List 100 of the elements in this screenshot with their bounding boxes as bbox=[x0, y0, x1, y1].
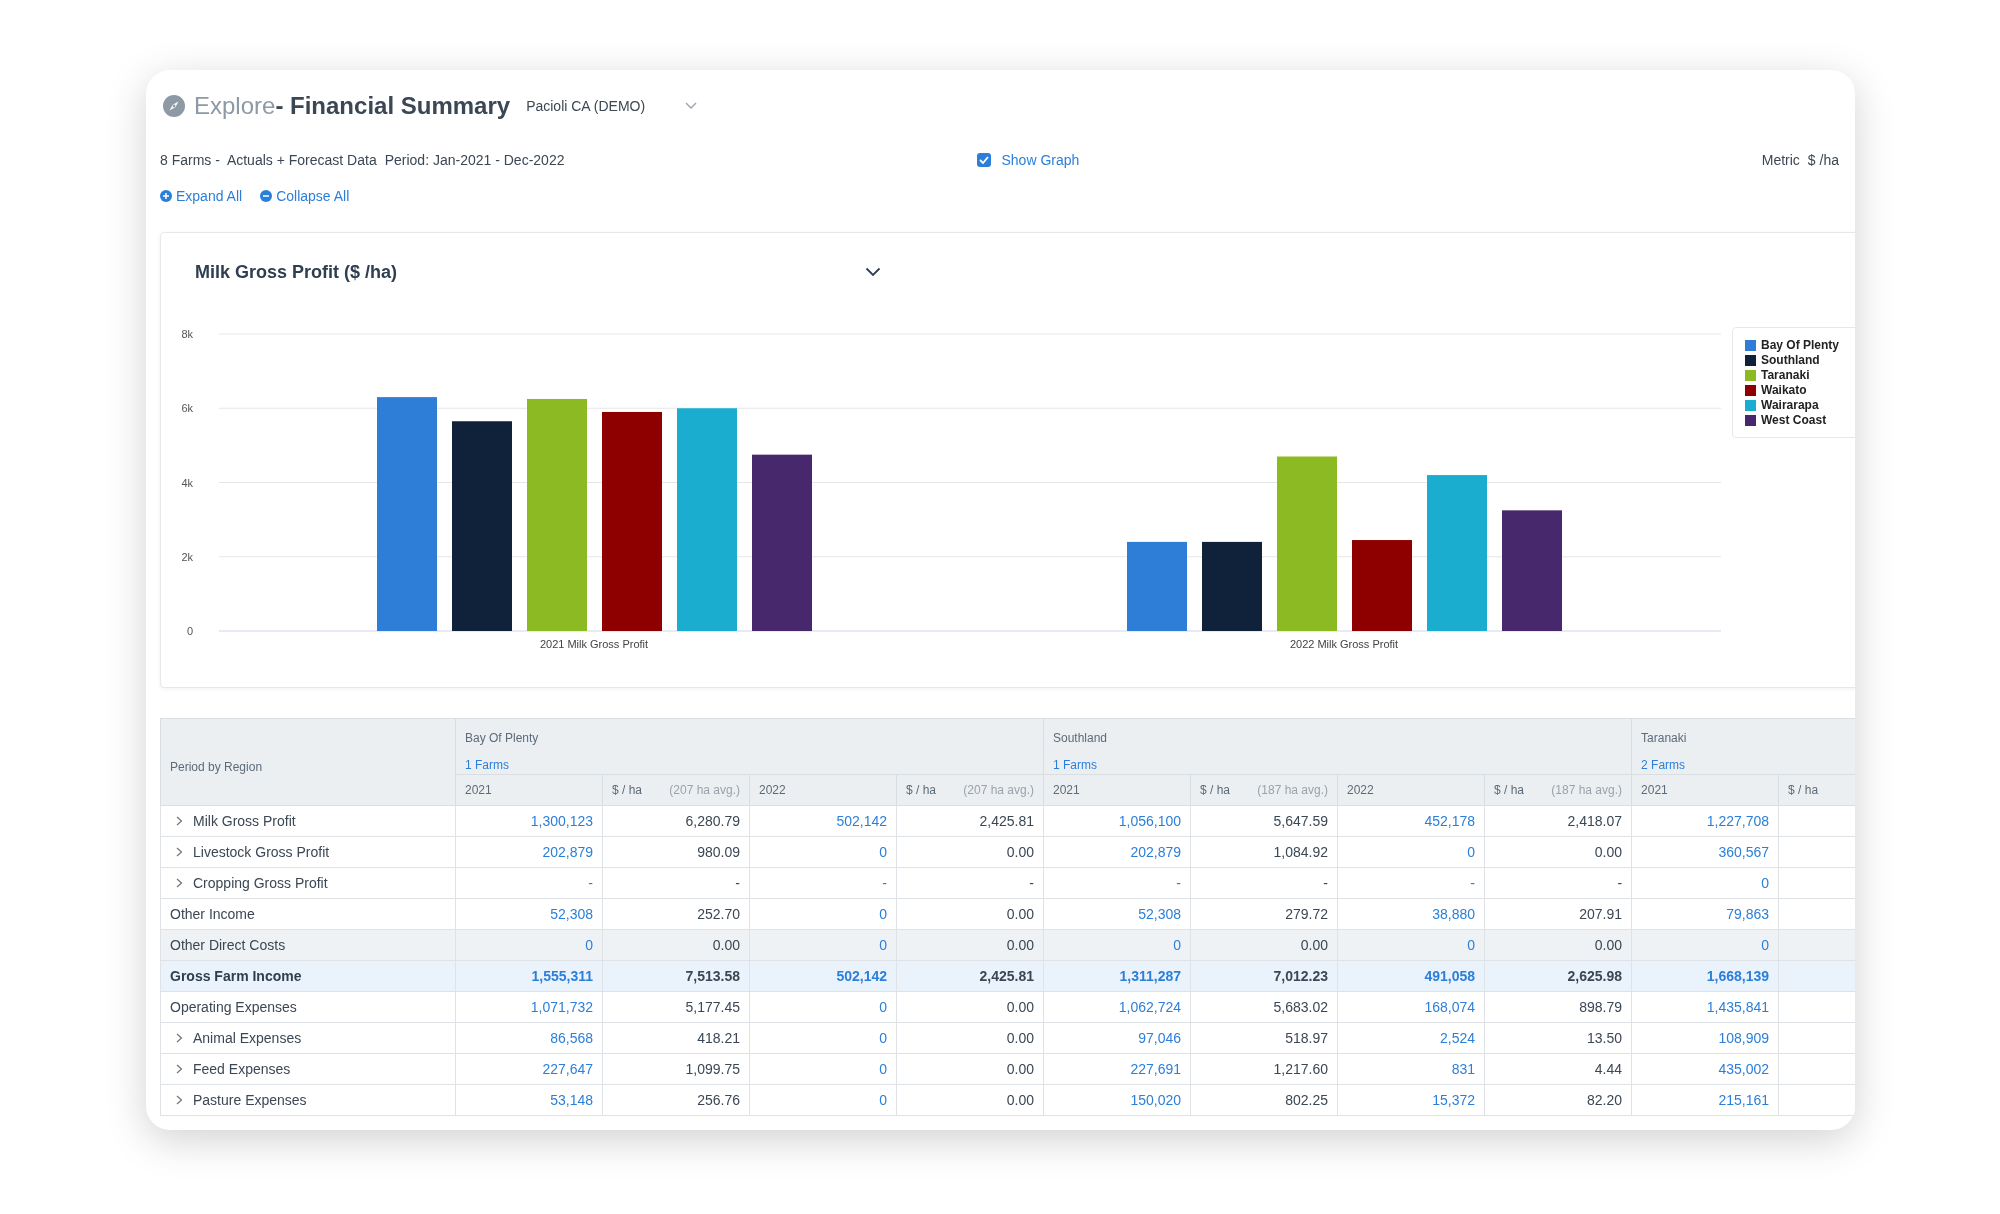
table-cell: 5,683.02 bbox=[1190, 991, 1338, 1023]
amount-link[interactable]: 0 bbox=[1043, 929, 1191, 961]
amount-link[interactable]: 0 bbox=[749, 1022, 897, 1054]
amount-link[interactable]: 0 bbox=[749, 929, 897, 961]
table-cell: 0.00 bbox=[896, 1053, 1044, 1085]
amount-link[interactable]: 502,142 bbox=[749, 805, 897, 837]
amount-link[interactable]: - bbox=[1337, 867, 1485, 899]
row-label: Pasture Expenses bbox=[160, 1084, 456, 1116]
amount-link[interactable]: 0 bbox=[749, 991, 897, 1023]
amount-link[interactable]: 1,668,139 bbox=[1631, 960, 1779, 992]
farms-link[interactable]: 2 Farms bbox=[1641, 756, 1686, 774]
amount-link[interactable]: 15,372 bbox=[1337, 1084, 1485, 1116]
table-cell: - bbox=[896, 867, 1044, 899]
chevron-right-icon[interactable] bbox=[176, 1033, 183, 1043]
row-label: Gross Farm Income bbox=[160, 960, 456, 992]
amount-link[interactable]: 1,056,100 bbox=[1043, 805, 1191, 837]
amount-link[interactable]: 53,148 bbox=[455, 1084, 603, 1116]
amount-link[interactable]: 0 bbox=[749, 836, 897, 868]
amount-link[interactable]: 52,308 bbox=[455, 898, 603, 930]
amount-link[interactable]: 1,300,123 bbox=[455, 805, 603, 837]
table-cell: - bbox=[1190, 867, 1338, 899]
amount-link[interactable]: 452,178 bbox=[1337, 805, 1485, 837]
table-cell: 82.20 bbox=[1484, 1084, 1632, 1116]
y-tick-label: 0 bbox=[186, 625, 193, 637]
amount-link[interactable]: 1,227,708 bbox=[1631, 805, 1779, 837]
column-header: 2022 bbox=[749, 774, 897, 806]
table-cell: - bbox=[602, 867, 750, 899]
amount-link[interactable]: 0 bbox=[1631, 867, 1779, 899]
amount-link[interactable]: 1,435,841 bbox=[1631, 991, 1779, 1023]
legend-item[interactable]: Wairarapa bbox=[1745, 398, 1855, 412]
amount-link[interactable]: 79,863 bbox=[1631, 898, 1779, 930]
table-cell: 279.72 bbox=[1190, 898, 1338, 930]
amount-link[interactable]: 2,524 bbox=[1337, 1022, 1485, 1054]
chevron-right-icon[interactable] bbox=[176, 878, 183, 888]
legend-item[interactable]: Southland bbox=[1745, 353, 1855, 367]
amount-link[interactable]: 150,020 bbox=[1043, 1084, 1191, 1116]
amount-link[interactable]: 1,062,724 bbox=[1043, 991, 1191, 1023]
amount-link[interactable]: 215,161 bbox=[1631, 1084, 1779, 1116]
amount-link[interactable]: 0 bbox=[1337, 836, 1485, 868]
row-label: Livestock Gross Profit bbox=[160, 836, 456, 868]
amount-link[interactable]: 202,879 bbox=[1043, 836, 1191, 868]
amount-link[interactable]: 227,647 bbox=[455, 1053, 603, 1085]
table-cell: 0.00 bbox=[896, 836, 1044, 868]
table-cell: 0.00 bbox=[896, 929, 1044, 961]
show-graph-toggle[interactable]: Show Graph bbox=[977, 149, 1080, 171]
amount-link[interactable]: 86,568 bbox=[455, 1022, 603, 1054]
amount-link[interactable]: 0 bbox=[749, 1084, 897, 1116]
table-cell: 418.21 bbox=[602, 1022, 750, 1054]
region-header: Southland 1 Farms bbox=[1043, 718, 1632, 775]
page-title-prefix: Explore bbox=[194, 91, 276, 121]
chevron-right-icon[interactable] bbox=[176, 1064, 183, 1074]
amount-link[interactable]: 168,074 bbox=[1337, 991, 1485, 1023]
amount-link[interactable]: 0 bbox=[455, 929, 603, 961]
farms-link[interactable]: 1 Farms bbox=[1053, 756, 1097, 774]
amount-link[interactable]: 38,880 bbox=[1337, 898, 1485, 930]
table-cell: 0.00 bbox=[896, 1022, 1044, 1054]
amount-link[interactable]: 0 bbox=[749, 1053, 897, 1085]
plus-circle-icon bbox=[160, 190, 172, 202]
region-header: Bay Of Plenty 1 Farms bbox=[455, 718, 1044, 775]
column-header: Period by Region bbox=[160, 718, 456, 806]
amount-link[interactable]: 491,058 bbox=[1337, 960, 1485, 992]
table-cell: 518.97 bbox=[1190, 1022, 1338, 1054]
chevron-down-icon[interactable] bbox=[865, 267, 882, 277]
amount-link[interactable]: 360,567 bbox=[1631, 836, 1779, 868]
table-cell: 1,217.60 bbox=[1190, 1053, 1338, 1085]
table-cell: 0.00 bbox=[1190, 929, 1338, 961]
chevron-right-icon[interactable] bbox=[176, 1095, 183, 1105]
legend-item[interactable]: Bay Of Plenty bbox=[1745, 338, 1855, 352]
chevron-right-icon[interactable] bbox=[176, 816, 183, 826]
amount-link[interactable]: - bbox=[455, 867, 603, 899]
amount-link[interactable]: 0 bbox=[749, 898, 897, 930]
amount-link[interactable]: 0 bbox=[1631, 929, 1779, 961]
checkbox[interactable] bbox=[977, 153, 992, 167]
amount-link[interactable]: - bbox=[1043, 867, 1191, 899]
legend-item[interactable]: West Coast bbox=[1745, 413, 1855, 427]
legend-item[interactable]: Taranaki bbox=[1745, 368, 1855, 382]
amount-link[interactable]: 1,311,287 bbox=[1043, 960, 1191, 992]
column-header: $ / ha (187 ha avg.) bbox=[1484, 774, 1632, 806]
amount-link[interactable]: 108,909 bbox=[1631, 1022, 1779, 1054]
amount-link[interactable]: 1,071,732 bbox=[455, 991, 603, 1023]
amount-link[interactable]: 502,142 bbox=[749, 960, 897, 992]
collapse-all-link[interactable]: Collapse All bbox=[260, 185, 350, 207]
amount-link[interactable]: 227,691 bbox=[1043, 1053, 1191, 1085]
legend-item[interactable]: Waikato bbox=[1745, 383, 1855, 397]
amount-link[interactable]: 52,308 bbox=[1043, 898, 1191, 930]
amount-link[interactable]: 435,002 bbox=[1631, 1053, 1779, 1085]
amount-link[interactable]: 1,555,311 bbox=[455, 960, 603, 992]
category-label: 2021 Milk Gross Profit bbox=[539, 638, 649, 650]
farms-link[interactable]: 1 Farms bbox=[465, 756, 509, 774]
amount-link[interactable]: - bbox=[749, 867, 897, 899]
account-dropdown[interactable]: Pacioli CA (DEMO) bbox=[526, 95, 698, 117]
y-tick-label: 4k bbox=[181, 476, 193, 489]
amount-link[interactable]: 202,879 bbox=[455, 836, 603, 868]
amount-link[interactable]: 97,046 bbox=[1043, 1022, 1191, 1054]
expand-all-link[interactable]: Expand All bbox=[160, 185, 243, 207]
amount-link[interactable]: 831 bbox=[1337, 1053, 1485, 1085]
table-cell: 2,425.81 bbox=[896, 805, 1044, 837]
amount-link[interactable]: 0 bbox=[1337, 929, 1485, 961]
column-header: $ / ha (207 ha avg.) bbox=[896, 774, 1044, 806]
chevron-right-icon[interactable] bbox=[176, 847, 183, 857]
